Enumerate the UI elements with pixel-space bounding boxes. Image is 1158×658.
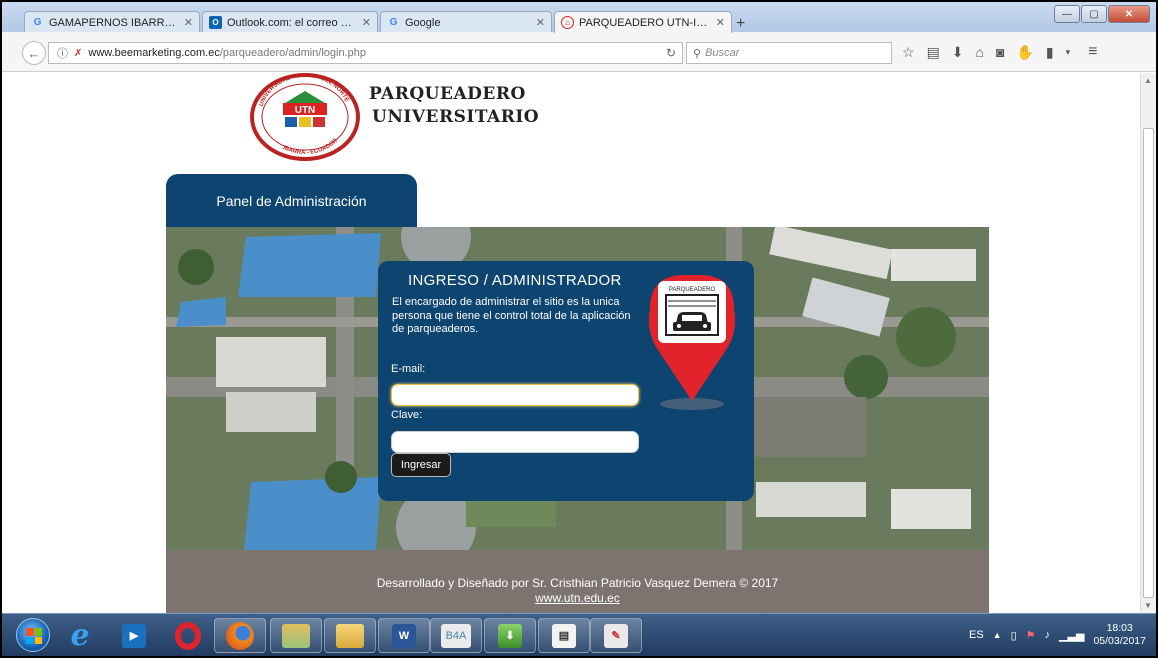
footer-credit: Desarrollado y Diseñado por Sr. Cristhia… <box>376 576 779 590</box>
windows-logo-icon <box>26 628 42 644</box>
clipboard-icon[interactable]: ▮ <box>1046 44 1054 61</box>
menu-icon[interactable]: ≡ <box>1088 43 1097 61</box>
password-label: Clave: <box>391 409 423 421</box>
footer-link[interactable]: www.utn.edu.ec <box>166 591 989 605</box>
bookmark-star-icon[interactable]: ☆ <box>902 44 915 61</box>
close-tab-icon[interactable]: ✕ <box>184 16 193 29</box>
extension-icon[interactable]: ✋ <box>1016 44 1033 61</box>
close-tab-icon[interactable]: ✕ <box>362 16 371 29</box>
document-viewer-icon[interactable]: ▤ <box>538 618 590 653</box>
system-clock[interactable]: 18:03 05/03/2017 <box>1093 622 1146 648</box>
utn-seal-logo: UNIVERSIDAD TÉCNICA DEL NORTE IBARRA - E… <box>250 73 360 161</box>
start-button[interactable] <box>16 618 50 652</box>
brand-line-1: PARQUEADERO <box>369 84 526 104</box>
downloads-icon[interactable]: ⬇ <box>952 44 964 61</box>
internet-explorer-icon[interactable]: e <box>54 618 106 653</box>
toolbar-icons: ☆ ▤ ⬇ ⌂ ◙ ✋ ▮ ▾ ≡ <box>902 43 1098 61</box>
paint-icon[interactable]: ✎ <box>590 618 642 653</box>
b4a-label: B4A <box>441 623 471 648</box>
ingresar-button[interactable]: Ingresar <box>391 453 451 477</box>
scroll-up-icon[interactable]: ▲ <box>1144 76 1152 85</box>
new-tab-icon[interactable]: + <box>736 15 745 33</box>
clock-time: 18:03 <box>1106 622 1133 634</box>
admin-panel-tab[interactable]: Panel de Administración <box>166 174 417 228</box>
password-field[interactable] <box>391 431 639 453</box>
reload-icon[interactable]: ↻ <box>666 46 676 60</box>
file-explorer-icon[interactable] <box>324 618 376 653</box>
bookmarks-list-icon[interactable]: ▤ <box>927 44 940 61</box>
minimize-icon[interactable]: — <box>1054 5 1080 23</box>
url-path: /parqueadero/admin/login.php <box>219 47 367 59</box>
clock-date: 05/03/2017 <box>1093 635 1146 647</box>
scroll-down-icon[interactable]: ▼ <box>1144 601 1152 610</box>
close-window-icon[interactable]: ✕ <box>1108 5 1150 23</box>
tab-label: PARQUEADERO UTN-IBAR... <box>579 16 711 29</box>
login-description: El encargado de administrar el sitio es … <box>392 296 631 335</box>
page-viewport: UNIVERSIDAD TÉCNICA DEL NORTE IBARRA - E… <box>2 73 1140 613</box>
url-domain: www.beemarketing.com.ec <box>88 47 220 59</box>
browser-titlebar: G GAMAPERNOS IBARRA - B... ✕ O Outlook.c… <box>2 2 1156 33</box>
dropdown-arrow-icon[interactable]: ▾ <box>1066 47 1071 58</box>
brand-line-2: UNIVERSITARIO <box>372 107 540 127</box>
parking-map-pin-icon: PARQUEADERO <box>648 275 736 410</box>
scrollbar-thumb[interactable] <box>1143 128 1154 598</box>
tab-gamapernos[interactable]: G GAMAPERNOS IBARRA - B... ✕ <box>24 11 200 33</box>
login-card: INGRESO / ADMINISTRADOR El encargado de … <box>378 261 754 501</box>
home-icon[interactable]: ⌂ <box>976 44 984 60</box>
info-icon[interactable]: ⓘ <box>57 45 68 61</box>
google-icon: G <box>33 17 42 28</box>
tab-label: Google <box>405 16 441 29</box>
email-label: E-mail: <box>391 363 426 375</box>
b4a-icon[interactable]: B4A <box>430 618 482 653</box>
search-icon: ⚲ <box>693 47 702 60</box>
login-title: INGRESO / ADMINISTRADOR <box>408 272 622 289</box>
search-input[interactable]: ⚲ Buscar <box>686 42 892 64</box>
download-manager-icon[interactable]: ⬇ <box>484 618 536 653</box>
volume-icon[interactable]: ♪ <box>1045 629 1051 641</box>
close-tab-icon[interactable]: ✕ <box>716 16 725 29</box>
tab-outlook[interactable]: O Outlook.com: el correo per... ✕ <box>202 11 378 33</box>
page-scrollbar[interactable]: ▲ ▼ <box>1140 73 1156 613</box>
network-signal-icon[interactable]: ▁▃▅ <box>1059 629 1084 642</box>
google-icon: G <box>389 17 398 28</box>
pin-label: PARQUEADERO <box>669 287 716 293</box>
tab-google[interactable]: G Google ✕ <box>380 11 552 33</box>
system-tray: ES ▲ ▯ ⚑ ♪ ▁▃▅ 18:03 05/03/2017 <box>969 614 1146 656</box>
windows-taskbar: e ▶ W B4A ⬇ ▤ ✎ ES ▲ ▯ ⚑ ♪ ▁▃▅ 18:03 05/… <box>2 613 1156 656</box>
folder-app-icon[interactable] <box>270 618 322 653</box>
action-center-flag-icon[interactable]: ⚑ <box>1026 629 1036 642</box>
firefox-icon[interactable] <box>214 618 266 653</box>
search-placeholder: Buscar <box>705 47 740 59</box>
close-tab-icon[interactable]: ✕ <box>536 16 545 29</box>
tab-parqueadero[interactable]: ⌂ PARQUEADERO UTN-IBAR... ✕ <box>554 11 732 33</box>
brand-title: PARQUEADERO UNIVERSITARIO <box>369 83 539 129</box>
opera-icon[interactable] <box>162 618 214 653</box>
media-center-icon[interactable]: ▶ <box>108 618 160 653</box>
page-footer: Desarrollado y Diseñado por Sr. Cristhia… <box>166 550 989 613</box>
word-label: W <box>392 623 416 648</box>
email-field[interactable] <box>391 384 639 406</box>
maximize-icon[interactable]: ▢ <box>1081 5 1107 23</box>
power-icon[interactable]: ▯ <box>1011 629 1017 642</box>
insecure-lock-icon[interactable]: ✗ <box>74 48 82 59</box>
tab-label: GAMAPERNOS IBARRA - B... <box>49 16 179 29</box>
address-bar[interactable]: ⓘ ✗ www.beemarketing.com.ec/parqueadero/… <box>48 42 683 64</box>
show-hidden-icons-icon[interactable]: ▲ <box>993 630 1002 640</box>
seal-letters: UTN <box>295 105 316 116</box>
ingresar-label: Ingresar <box>400 459 442 471</box>
admin-panel-label: Panel de Administración <box>216 193 367 209</box>
pocket-icon[interactable]: ◙ <box>996 44 1004 60</box>
word-icon[interactable]: W <box>378 618 430 653</box>
tab-label: Outlook.com: el correo per... <box>227 16 357 29</box>
site-icon: ⌂ <box>561 16 574 29</box>
back-arrow-icon[interactable]: ← <box>22 41 46 65</box>
outlook-icon: O <box>209 16 222 29</box>
window-controls: — ▢ ✕ <box>1054 5 1150 23</box>
navigation-toolbar: ← ⓘ ✗ www.beemarketing.com.ec/parqueader… <box>2 32 1156 72</box>
language-indicator[interactable]: ES <box>969 629 984 641</box>
